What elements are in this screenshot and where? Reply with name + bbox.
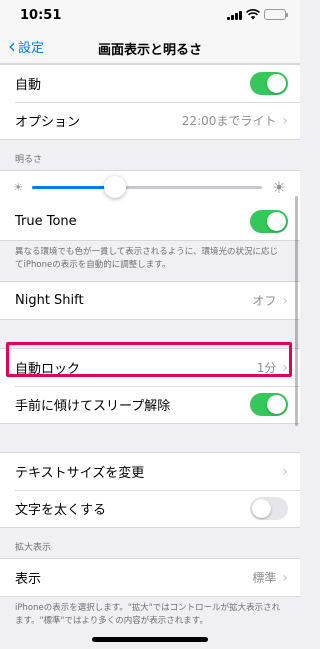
- raise-to-wake-toggle[interactable]: [250, 393, 288, 416]
- page-title: 画面表示と明るさ: [97, 43, 202, 58]
- true-tone-row: True Tone: [0, 203, 300, 240]
- night-shift-group: Night Shift オフ ›: [0, 281, 300, 320]
- true-tone-toggle[interactable]: [250, 210, 288, 233]
- true-tone-footer: 異なる環境でも色が一貫して表示されるように、環境光の状況に応じてiPhoneの表…: [15, 247, 278, 270]
- display-zoom-view-row[interactable]: 表示 標準 ›: [0, 559, 300, 596]
- brightness-slider-fill: [32, 185, 115, 189]
- status-bar: 10:51: [0, 0, 300, 30]
- options-row[interactable]: オプション 22:00までライト ›: [0, 102, 300, 139]
- text-size-label: テキストサイズを変更: [15, 466, 145, 481]
- auto-appearance-label: 自動: [15, 78, 42, 93]
- display-zoom-footer: iPhoneの表示を選択します。"拡大"ではコントロールが拡大表示されます。"標…: [15, 603, 281, 626]
- chevron-right-icon: ›: [282, 569, 288, 586]
- true-tone-label: True Tone: [15, 214, 77, 229]
- bold-text-row: 文字を太くする: [0, 490, 300, 527]
- text-size-row[interactable]: テキストサイズを変更 ›: [0, 453, 300, 490]
- night-shift-label: Night Shift: [15, 293, 84, 308]
- sun-small-icon: ☀: [13, 180, 23, 194]
- chevron-right-icon: ›: [282, 112, 288, 129]
- bold-text-label: 文字を太くする: [15, 503, 107, 518]
- night-shift-row[interactable]: Night Shift オフ ›: [0, 282, 300, 319]
- auto-lock-highlight-box: [6, 342, 292, 377]
- brightness-slider[interactable]: [32, 175, 262, 198]
- auto-appearance-row: 自動: [0, 65, 300, 102]
- battery-icon: [264, 9, 288, 20]
- chevron-right-icon: ›: [282, 292, 288, 309]
- chevron-right-icon: ›: [282, 463, 288, 480]
- scroll-indicator: [295, 196, 298, 426]
- options-value: 22:00までライト: [181, 114, 277, 128]
- home-indicator[interactable]: [92, 637, 208, 642]
- auto-appearance-toggle[interactable]: [250, 72, 288, 95]
- raise-to-wake-row: 手前に傾けてスリープ解除: [0, 386, 300, 423]
- status-time: 10:51: [20, 8, 62, 23]
- cellular-signal-icon: [227, 10, 242, 20]
- wifi-icon: [246, 9, 260, 20]
- raise-to-wake-label: 手前に傾けてスリープ解除: [15, 399, 171, 414]
- display-zoom-header: 拡大表示: [15, 543, 52, 553]
- brightness-slider-thumb[interactable]: [103, 175, 126, 198]
- brightness-slider-row: ☀ ☀: [0, 171, 300, 203]
- display-zoom-group: 表示 標準 ›: [0, 558, 300, 597]
- bold-text-toggle[interactable]: [250, 497, 288, 520]
- sun-large-icon: ☀: [271, 177, 287, 197]
- brightness-header: 明るさ: [15, 155, 43, 165]
- display-zoom-view-value: 標準: [252, 571, 277, 585]
- night-shift-value: オフ: [252, 294, 277, 308]
- brightness-group: ☀ ☀ True Tone: [0, 170, 300, 241]
- options-label: オプション: [15, 115, 81, 130]
- appearance-auto-group: 自動 オプション 22:00までライト ›: [0, 64, 300, 140]
- text-group: テキストサイズを変更 › 文字を太くする: [0, 452, 300, 528]
- status-icons: [227, 9, 288, 20]
- navigation-bar: ‹ 設定 画面表示と明るさ: [0, 30, 300, 64]
- display-zoom-view-label: 表示: [15, 572, 42, 587]
